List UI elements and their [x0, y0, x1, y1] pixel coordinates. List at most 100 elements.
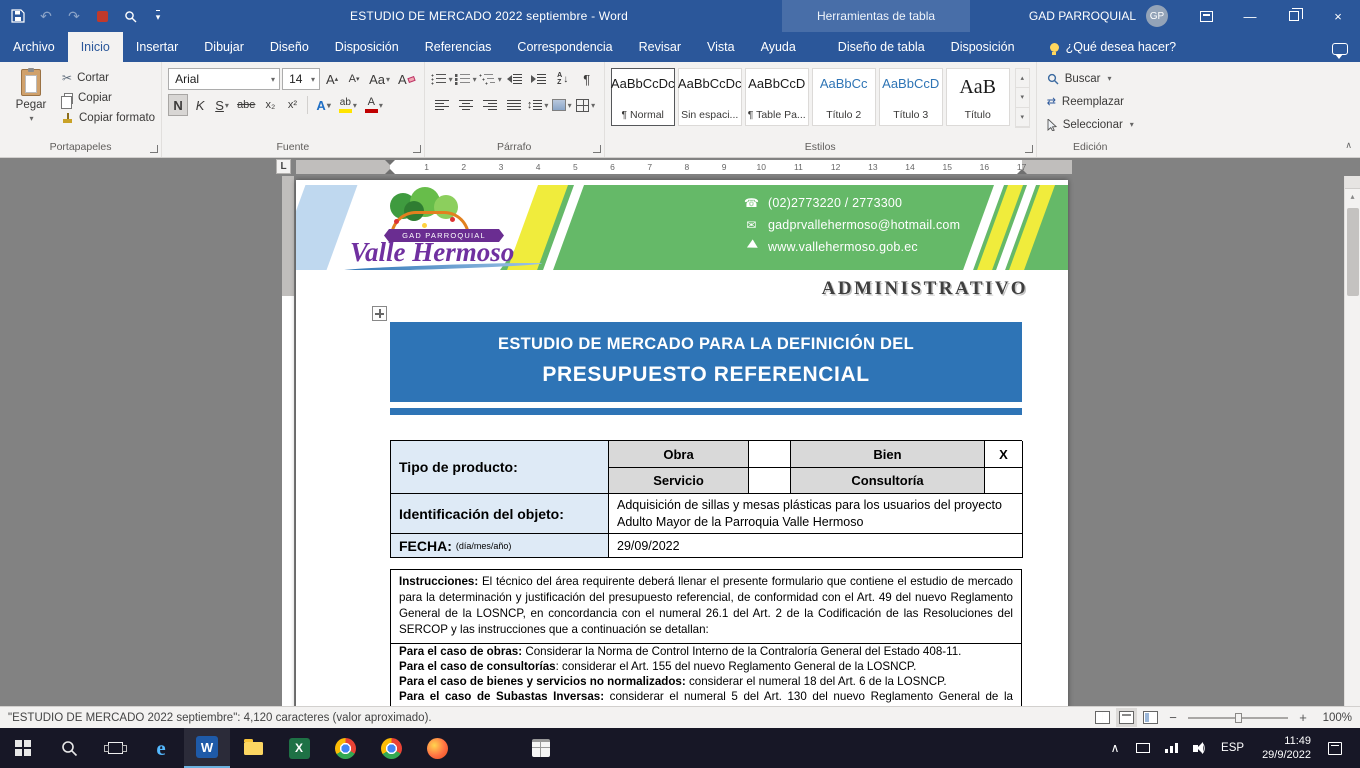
tab-referencias[interactable]: Referencias	[412, 32, 505, 62]
ribbon-display-options-icon[interactable]	[1184, 0, 1228, 32]
zoom-level[interactable]: 100%	[1318, 712, 1352, 724]
tab-diseno[interactable]: Diseño	[257, 32, 322, 62]
tab-inicio[interactable]: Inicio	[68, 32, 123, 62]
subscript-button[interactable]: x₂	[260, 94, 280, 116]
superscript-button[interactable]: x²	[282, 94, 302, 116]
bold-button[interactable]: N	[168, 94, 188, 116]
tab-insertar[interactable]: Insertar	[123, 32, 191, 62]
sort-button[interactable]: AZ↓	[552, 68, 574, 90]
italic-button[interactable]: K	[190, 94, 210, 116]
change-case-button[interactable]: Aa▾	[366, 68, 393, 90]
account-name[interactable]: GAD PARROQUIAL	[1029, 9, 1136, 23]
tab-dibujar[interactable]: Dibujar	[191, 32, 257, 62]
highlight-button[interactable]: ab▾	[336, 94, 360, 116]
vertical-ruler[interactable]	[282, 176, 294, 706]
identificacion-value[interactable]: Adquisición de sillas y mesas plásticas …	[609, 494, 1023, 534]
copy-button[interactable]: Copiar	[62, 88, 155, 108]
font-color-button[interactable]: A▾	[362, 94, 386, 116]
style-sin-espaciado[interactable]: AaBbCcDcSin espaci...	[678, 68, 742, 126]
shrink-font-button[interactable]: A▾	[344, 68, 364, 90]
tab-ayuda[interactable]: Ayuda	[748, 32, 809, 62]
gallery-down-icon[interactable]: ▾	[1016, 88, 1029, 107]
print-layout-icon[interactable]	[1119, 711, 1134, 724]
zoom-slider[interactable]	[1188, 717, 1288, 719]
character-count[interactable]: "ESTUDIO DE MERCADO 2022 septiembre": 4,…	[8, 712, 432, 724]
web-layout-icon[interactable]	[1143, 711, 1158, 724]
table-move-handle[interactable]	[372, 306, 387, 321]
style-titulo[interactable]: AaBTítulo	[946, 68, 1010, 126]
cell-obra[interactable]: Obra	[609, 441, 749, 468]
shading-button[interactable]: ▾	[551, 94, 573, 116]
show-marks-button[interactable]: ¶	[576, 68, 598, 90]
volume-icon[interactable]: )	[1187, 728, 1211, 768]
format-painter-button[interactable]: Copiar formato	[62, 108, 155, 128]
cell-consultoria[interactable]: Consultoría	[791, 468, 985, 494]
borders-button[interactable]: ▾	[575, 94, 597, 116]
network-icon[interactable]	[1159, 728, 1183, 768]
multilevel-list-button[interactable]: ▾	[479, 68, 502, 90]
chrome-button[interactable]	[322, 728, 368, 768]
justify-button[interactable]	[503, 94, 525, 116]
left-indent-marker[interactable]	[385, 169, 395, 174]
tab-revisar[interactable]: Revisar	[626, 32, 694, 62]
chrome-button-2[interactable]	[368, 728, 414, 768]
dialog-launcher-icon[interactable]	[1025, 145, 1033, 153]
edge-button[interactable]: e	[138, 728, 184, 768]
font-name-select[interactable]: Arial▾	[168, 68, 280, 90]
increase-indent-button[interactable]	[528, 68, 550, 90]
vertical-scrollbar[interactable]: ▴	[1344, 176, 1360, 706]
cell-servicio[interactable]: Servicio	[609, 468, 749, 494]
zoom-in-button[interactable]: +	[1297, 710, 1309, 725]
task-view-button[interactable]	[92, 728, 138, 768]
start-button[interactable]	[0, 728, 46, 768]
align-center-button[interactable]	[455, 94, 477, 116]
word-button[interactable]: W	[184, 728, 230, 768]
tab-disposicion[interactable]: Disposición	[322, 32, 412, 62]
cut-button[interactable]: ✂Cortar	[62, 68, 155, 88]
search-icon[interactable]	[118, 3, 142, 29]
scroll-up-icon[interactable]: ▴	[1345, 189, 1360, 204]
tell-me-box[interactable]: ¿Qué desea hacer?	[1050, 32, 1177, 62]
decrease-indent-button[interactable]	[504, 68, 526, 90]
tab-correspondencia[interactable]: Correspondencia	[504, 32, 625, 62]
find-button[interactable]: Buscar▾	[1043, 68, 1138, 89]
custom-command-icon[interactable]	[90, 3, 114, 29]
underline-button[interactable]: S▾	[212, 94, 232, 116]
action-center-icon[interactable]	[1323, 728, 1347, 768]
tray-chevron-icon[interactable]: ∧	[1103, 728, 1127, 768]
strikethrough-button[interactable]: abe	[234, 94, 258, 116]
minimize-button[interactable]: —	[1228, 0, 1272, 32]
clock[interactable]: 11:49 29/9/2022	[1254, 734, 1319, 763]
document-page[interactable]: ☎(02)2773220 / 2773300 ✉gadprvallehermos…	[296, 180, 1068, 706]
zoom-thumb[interactable]	[1235, 713, 1242, 723]
fecha-value[interactable]: 29/09/2022	[609, 534, 1023, 558]
save-icon[interactable]	[6, 3, 30, 29]
tab-archivo[interactable]: Archivo	[0, 32, 68, 62]
dialog-launcher-icon[interactable]	[593, 145, 601, 153]
font-size-select[interactable]: 14▾	[282, 68, 320, 90]
dialog-launcher-icon[interactable]	[413, 145, 421, 153]
close-button[interactable]: ×	[1316, 0, 1360, 32]
product-table[interactable]: Tipo de producto: Obra Bien X Servicio C…	[390, 440, 1022, 558]
tab-diseno-de-tabla[interactable]: Diseño de tabla	[825, 32, 938, 62]
style-normal[interactable]: AaBbCcDc¶ Normal	[611, 68, 675, 126]
avatar[interactable]: GP	[1146, 5, 1168, 27]
tab-disposicion-tabla[interactable]: Disposición	[938, 32, 1028, 62]
cell-bien-mark[interactable]: X	[985, 441, 1023, 468]
redo-icon[interactable]: ↷	[62, 3, 86, 29]
styles-gallery-scroll[interactable]: ▴ ▾ ▾	[1015, 68, 1030, 128]
horizontal-ruler[interactable]: 1234567891011121314151617	[296, 160, 1072, 174]
browser-button[interactable]	[414, 728, 460, 768]
paste-button[interactable]: Pegar ▾	[6, 66, 56, 140]
gallery-up-icon[interactable]: ▴	[1016, 69, 1029, 88]
language-indicator[interactable]: ESP	[1215, 728, 1250, 768]
cell-obra-mark[interactable]	[749, 441, 791, 468]
align-left-button[interactable]	[431, 94, 453, 116]
grow-font-button[interactable]: A▴	[322, 68, 342, 90]
comments-icon[interactable]	[1332, 43, 1348, 55]
tray-monitor-icon[interactable]	[1131, 728, 1155, 768]
style-titulo-3[interactable]: AaBbCcDTítulo 3	[879, 68, 943, 126]
line-spacing-button[interactable]: ↕▾	[527, 94, 549, 116]
qat-customize-icon[interactable]: ▾	[146, 3, 170, 29]
undo-icon[interactable]: ↶	[34, 3, 58, 29]
